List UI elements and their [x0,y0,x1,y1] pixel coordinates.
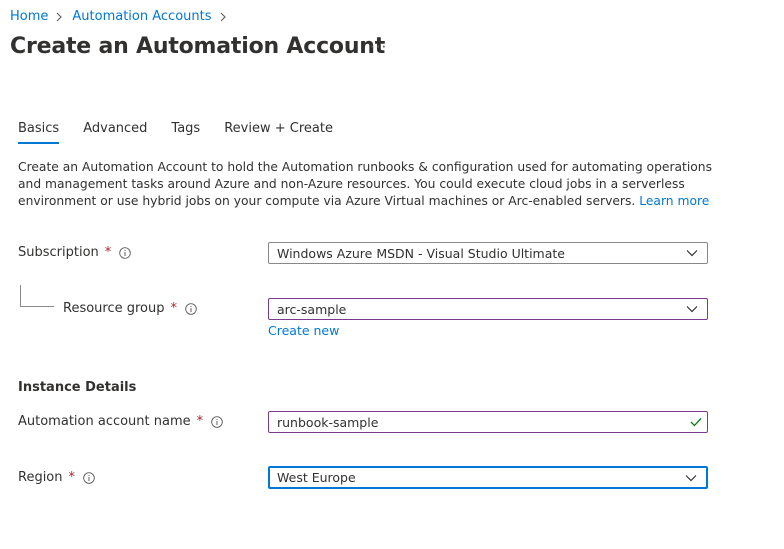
subscription-label-text: Subscription [18,245,99,260]
subscription-label: Subscription * [18,245,132,260]
checkmark-icon [690,417,702,427]
chevron-down-icon [686,305,698,313]
tab-advanced[interactable]: Advanced [83,121,147,142]
breadcrumb-home-link[interactable]: Home [10,9,48,24]
chevron-down-icon [685,474,697,482]
region-dropdown[interactable]: West Europe [268,466,708,489]
region-label-text: Region [18,470,63,485]
tree-connector-horizontal [20,306,54,307]
chevron-down-icon [686,249,698,257]
resource-group-label: Resource group * [63,301,197,316]
required-marker: * [68,470,76,485]
resource-group-value: arc-sample [277,301,347,317]
breadcrumb-automation-accounts-link[interactable]: Automation Accounts [72,9,211,24]
tree-connector-vertical [20,285,21,307]
tab-tags[interactable]: Tags [171,121,200,142]
tab-basics[interactable]: Basics [18,121,60,144]
description-text: Create an Automation Account to hold the… [18,160,712,208]
info-icon[interactable] [83,471,95,484]
breadcrumb: Home Automation Accounts [10,9,236,24]
chevron-right-icon [219,12,227,22]
learn-more-link[interactable]: Learn more [639,194,709,208]
account-name-label-text: Automation account name [18,414,191,429]
subscription-dropdown[interactable]: Windows Azure MSDN - Visual Studio Ultim… [268,242,708,264]
create-new-resource-group-link[interactable]: Create new [268,323,339,338]
chevron-right-icon [55,12,63,22]
tab-bar: Basics Advanced Tags Review + Create [18,121,357,144]
account-name-input[interactable]: runbook-sample [268,411,708,433]
page-title: Create an Automation Account [10,34,386,59]
instance-details-heading: Instance Details [18,380,137,395]
more-options-button[interactable]: ··· [370,38,387,56]
tab-review-create[interactable]: Review + Create [224,121,333,142]
description: Create an Automation Account to hold the… [18,159,738,210]
required-marker: * [104,245,112,260]
account-name-value: runbook-sample [277,414,379,430]
info-icon[interactable] [185,302,197,315]
info-icon[interactable] [119,246,132,259]
required-marker: * [196,414,204,429]
subscription-value: Windows Azure MSDN - Visual Studio Ultim… [277,245,565,261]
resource-group-dropdown[interactable]: arc-sample [268,298,708,320]
region-label: Region * [18,470,95,485]
region-value: West Europe [277,470,356,485]
info-icon[interactable] [211,415,223,428]
resource-group-label-text: Resource group [63,301,165,316]
required-marker: * [170,301,178,316]
account-name-label: Automation account name * [18,414,223,429]
